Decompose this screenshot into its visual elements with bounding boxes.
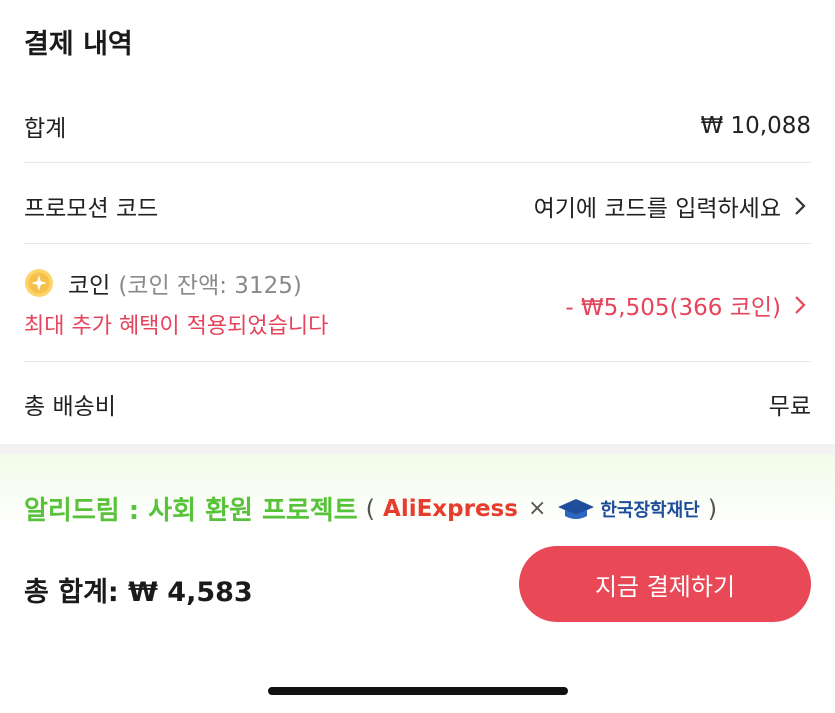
chevron-right-icon bbox=[795, 197, 806, 215]
graduation-cap-icon bbox=[558, 498, 595, 519]
chevron-right-icon bbox=[795, 296, 806, 314]
banner-close-paren: ) bbox=[707, 494, 718, 523]
coin-discount[interactable]: - ₩5,505(366 코인) bbox=[565, 288, 811, 322]
coin-discount-value: - ₩5,505(366 코인) bbox=[565, 295, 781, 321]
coin-info: 코인 (코인 잔액: 3125) 최대 추가 혜택이 적용되었습니다 bbox=[24, 266, 328, 340]
coin-row[interactable]: 코인 (코인 잔액: 3125) 최대 추가 혜택이 적용되었습니다 - ₩5,… bbox=[24, 266, 811, 356]
payment-details-title: 결제 내역 bbox=[24, 29, 133, 60]
coin-label: 코인 bbox=[68, 273, 111, 299]
promo-code-input[interactable]: 여기에 코드를 입력하세요 bbox=[534, 189, 811, 223]
coin-icon bbox=[25, 269, 53, 297]
promo-code-row[interactable]: 프로모션 코드 여기에 코드를 입력하세요 bbox=[24, 188, 811, 224]
subtotal-value: ₩ 10,088 bbox=[700, 113, 811, 139]
section-gap bbox=[0, 444, 835, 454]
divider bbox=[24, 243, 811, 244]
divider bbox=[24, 162, 811, 163]
banner-times: × bbox=[527, 496, 547, 521]
total-amount: 총 합계: ₩ 4,583 bbox=[24, 577, 253, 608]
promo-code-placeholder: 여기에 코드를 입력하세요 bbox=[533, 196, 781, 222]
banner-open-paren: ( bbox=[365, 494, 376, 523]
home-indicator bbox=[268, 687, 568, 695]
coin-balance: (코인 잔액: 3125) bbox=[118, 273, 302, 299]
coin-benefit-note: 최대 추가 혜택이 적용되었습니다 bbox=[24, 314, 329, 339]
shipping-value: 무료 bbox=[768, 394, 811, 420]
pay-now-button[interactable]: 지금 결제하기 bbox=[519, 546, 811, 622]
shipping-label: 총 배송비 bbox=[24, 394, 116, 420]
divider bbox=[24, 361, 811, 362]
banner-title: 알리드림 : 사회 환원 프로젝트 bbox=[24, 496, 358, 526]
shipping-row: 총 배송비 무료 bbox=[24, 386, 811, 422]
subtotal-label: 합계 bbox=[24, 116, 67, 142]
promo-code-label: 프로모션 코드 bbox=[24, 196, 159, 222]
korea-scholarship-logo: 한국장학재단 bbox=[600, 499, 700, 521]
subtotal-row: 합계 ₩ 10,088 bbox=[24, 108, 811, 144]
aliexpress-logo: AliExpress bbox=[383, 495, 518, 522]
checkout-bar: 총 합계: ₩ 4,583 지금 결제하기 bbox=[0, 526, 835, 713]
aliexpress-dream-banner[interactable]: 알리드림 : 사회 환원 프로젝트 ( AliExpress × 한국장학재단 … bbox=[0, 454, 835, 526]
